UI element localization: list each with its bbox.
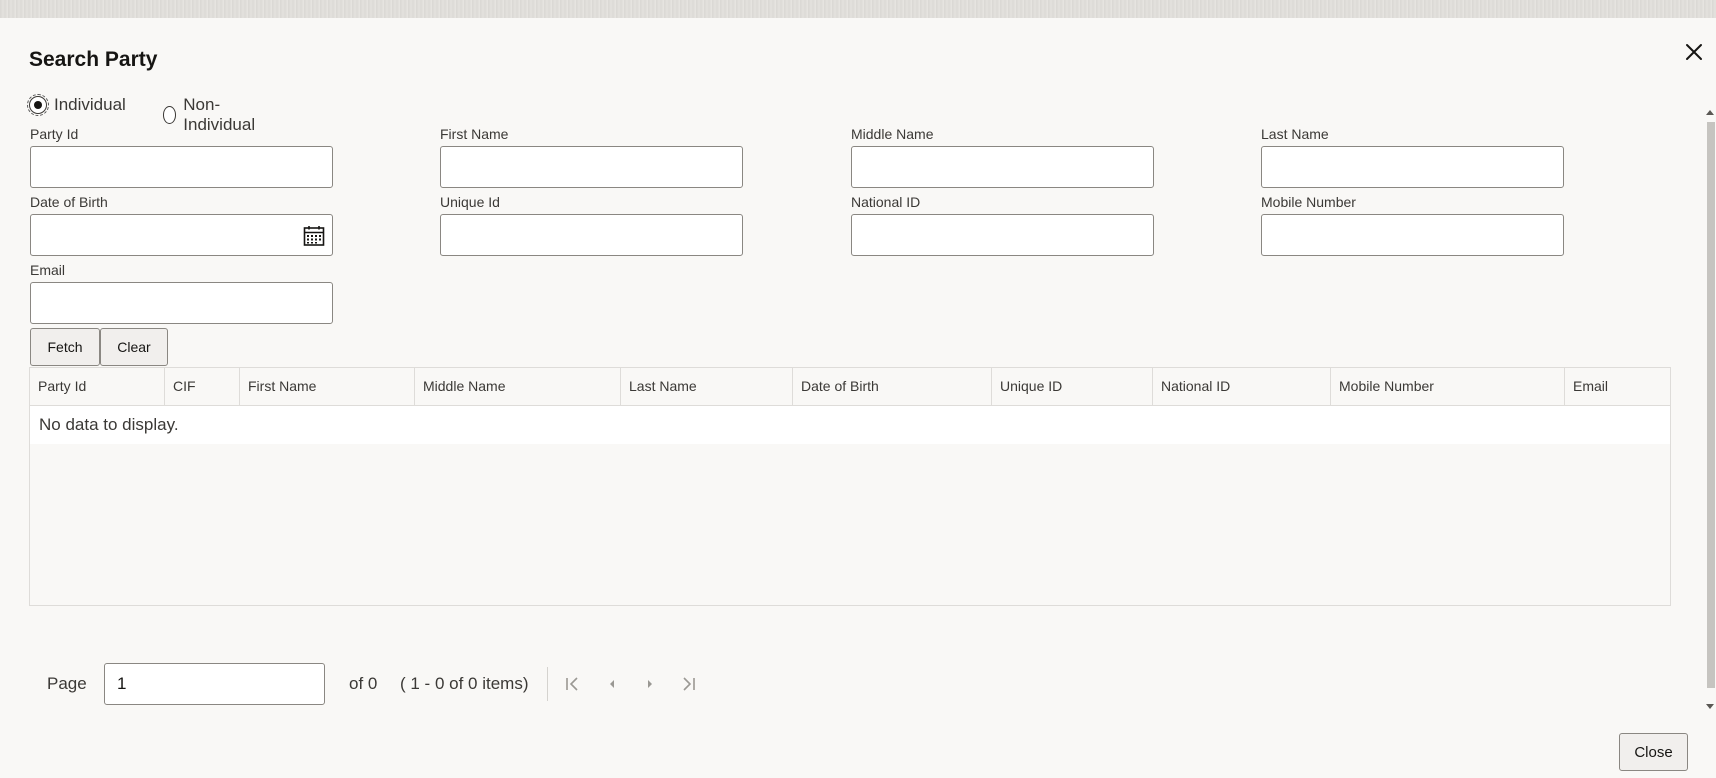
radio-individual-label: Individual — [54, 95, 126, 114]
items-summary: ( 1 - 0 of 0 items) — [400, 674, 529, 693]
first-name-input[interactable] — [440, 146, 743, 188]
column-header-national-id[interactable]: National ID — [1152, 368, 1330, 405]
column-header-email[interactable]: Email — [1564, 368, 1670, 405]
radio-non-individual-label: Non-Individual — [183, 95, 256, 134]
unique-id-input[interactable] — [440, 214, 743, 256]
column-header-middle-name[interactable]: Middle Name — [414, 368, 620, 405]
fetch-button[interactable]: Fetch — [30, 328, 100, 366]
previous-page-icon[interactable] — [602, 674, 622, 694]
scroll-up-arrow-icon[interactable] — [1706, 110, 1714, 115]
last-name-label: Last Name — [1261, 126, 1329, 142]
first-page-icon[interactable] — [563, 674, 583, 694]
column-header-unique-id[interactable]: Unique ID — [991, 368, 1152, 405]
national-id-label: National ID — [851, 194, 921, 210]
pagination-divider — [547, 667, 548, 701]
email-input[interactable] — [30, 282, 333, 324]
clear-button[interactable]: Clear — [100, 328, 168, 366]
table-header: Party Id CIF First Name Middle Name Last… — [30, 368, 1670, 406]
page-label: Page — [47, 674, 87, 693]
email-label: Email — [30, 262, 66, 278]
vertical-scrollbar[interactable] — [1705, 110, 1716, 710]
radio-individual[interactable]: Individual — [27, 94, 126, 116]
last-name-input[interactable] — [1261, 146, 1564, 188]
middle-name-label: Middle Name — [851, 126, 934, 142]
column-header-last-name[interactable]: Last Name — [620, 368, 792, 405]
national-id-input[interactable] — [851, 214, 1154, 256]
page-count: of 0 — [349, 674, 378, 693]
scroll-down-arrow-icon[interactable] — [1706, 704, 1714, 709]
background-overlay — [0, 0, 1716, 18]
close-icon[interactable] — [1682, 40, 1706, 64]
date-of-birth-input[interactable] — [30, 214, 333, 256]
middle-name-input[interactable] — [851, 146, 1154, 188]
column-header-date-of-birth[interactable]: Date of Birth — [792, 368, 991, 405]
mobile-number-input[interactable] — [1261, 214, 1564, 256]
unique-id-label: Unique Id — [440, 194, 500, 210]
calendar-icon[interactable] — [302, 224, 326, 248]
first-name-label: First Name — [440, 126, 509, 142]
results-table: Party Id CIF First Name Middle Name Last… — [29, 367, 1671, 606]
pagination: Page of 0 ( 1 - 0 of 0 items) — [0, 663, 760, 705]
radio-non-individual-control[interactable] — [163, 106, 177, 124]
column-header-first-name[interactable]: First Name — [239, 368, 414, 405]
radio-individual-control[interactable] — [27, 94, 49, 116]
next-page-icon[interactable] — [640, 674, 660, 694]
column-header-cif[interactable]: CIF — [164, 368, 239, 405]
last-page-icon[interactable] — [678, 674, 698, 694]
search-party-dialog: Search Party Individual Non-Individual P… — [0, 18, 1716, 778]
date-of-birth-label: Date of Birth — [30, 194, 108, 210]
scrollbar-thumb[interactable] — [1707, 122, 1715, 688]
close-button[interactable]: Close — [1619, 733, 1688, 771]
table-empty-message: No data to display. — [30, 406, 1670, 444]
radio-non-individual[interactable]: Non-Individual — [163, 95, 260, 135]
mobile-number-label: Mobile Number — [1261, 194, 1356, 210]
party-id-label: Party Id — [30, 126, 79, 142]
dialog-title: Search Party — [29, 48, 158, 71]
party-id-input[interactable] — [30, 146, 333, 188]
column-header-party-id[interactable]: Party Id — [30, 368, 163, 405]
column-header-mobile-number[interactable]: Mobile Number — [1330, 368, 1564, 405]
page-number-input[interactable] — [104, 663, 325, 705]
